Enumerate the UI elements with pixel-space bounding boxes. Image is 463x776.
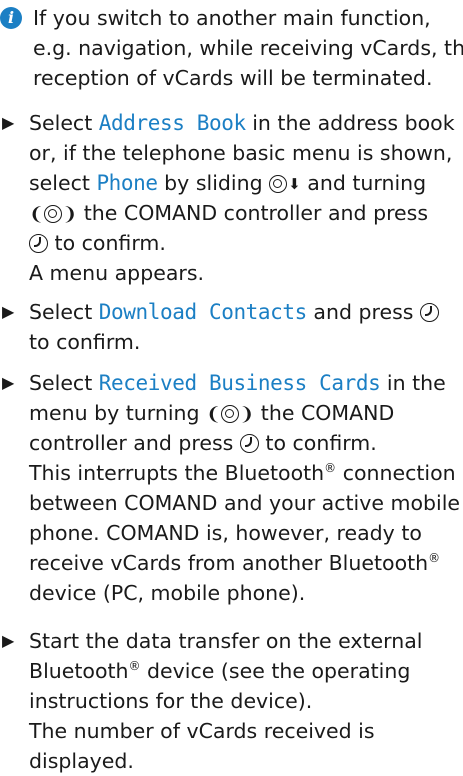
text: This interrupts the Bluetooth: [29, 461, 325, 485]
text: Select: [29, 300, 99, 324]
registered-mark: ®: [324, 461, 337, 475]
text: Bluetooth: [29, 659, 129, 683]
step-3-result-line-3: phone. COMAND is, however, ready to: [29, 521, 422, 545]
ui-label-download-contacts: Download Contacts: [98, 300, 308, 324]
bullet-icon: ▶: [2, 631, 15, 650]
ui-label-received-business-cards: Received Business Cards: [98, 371, 381, 395]
text: menu by turning: [29, 401, 200, 425]
turn-left-icon: ❨: [29, 204, 45, 225]
turn-right-icon: ❩: [239, 404, 255, 425]
controller-knob-icon: [44, 205, 63, 223]
step-3-line-3: controller and press to confirm.: [29, 428, 377, 458]
turn-right-icon: ❩: [62, 204, 78, 225]
text: Select: [29, 371, 99, 395]
text: connection: [342, 461, 456, 485]
step-1-line-3: select Phone by sliding ⬇ and turning: [29, 168, 426, 198]
text: Select: [29, 111, 99, 135]
step-3-line-1: Select Received Business Cards in the: [29, 368, 446, 398]
info-line-1: If you switch to another main function,: [33, 6, 431, 30]
bullet-icon: ▶: [2, 302, 15, 321]
step-3-result-line-1: This interrupts the Bluetooth® connectio…: [29, 458, 456, 488]
step-1-line-5: to confirm.: [29, 228, 166, 258]
step-1-result: A menu appears.: [29, 261, 205, 285]
manual-page: i If you switch to another main function…: [0, 0, 463, 773]
controller-knob-icon: [269, 175, 288, 193]
text: select: [29, 171, 97, 195]
step-1-line-4: ❨ ❩ the COMAND controller and press: [29, 198, 428, 228]
turn-left-icon: ❨: [206, 404, 222, 425]
step-4-result-line-1: The number of vCards received is: [29, 719, 375, 743]
text: controller and press: [29, 431, 234, 455]
text: to confirm.: [54, 231, 166, 255]
text: the COMAND: [260, 401, 395, 425]
registered-mark: ®: [428, 551, 441, 565]
text: device (see the operating: [140, 659, 411, 683]
step-4-line-1: Start the data transfer on the external: [29, 629, 423, 653]
text: and turning: [307, 171, 427, 195]
text: and press: [306, 300, 414, 324]
text: receive vCards from another Bluetooth: [29, 551, 429, 575]
step-3-result-line-5: device (PC, mobile phone).: [29, 581, 306, 605]
info-line-2: e.g. navigation, while receiving vCards,…: [33, 36, 463, 60]
text: to confirm.: [265, 431, 377, 455]
step-1-line-2: or, if the telephone basic menu is shown…: [29, 141, 453, 165]
press-controller-icon: [420, 303, 440, 322]
slide-down-arrow-icon: ⬇: [288, 175, 301, 193]
text: in the: [380, 371, 446, 395]
info-line-3: reception of vCards will be terminated.: [33, 66, 433, 90]
info-icon: i: [0, 7, 22, 29]
press-controller-icon: [29, 234, 48, 253]
step-1-line-1: Select Address Book in the address book: [29, 108, 455, 138]
bullet-icon: ▶: [2, 373, 15, 392]
text: in the address book: [245, 111, 455, 135]
step-3-result-line-4: receive vCards from another Bluetooth®: [29, 548, 440, 578]
step-2-line-1: Select Download Contacts and press: [29, 297, 440, 327]
step-4-line-3: instructions for the device).: [29, 689, 313, 713]
text: by sliding: [157, 171, 263, 195]
step-4-line-2: Bluetooth® device (see the operating: [29, 656, 410, 686]
text: the COMAND controller and press: [83, 201, 429, 225]
step-3-result-line-2: between COMAND and your active mobile: [29, 491, 461, 515]
ui-label-phone: Phone: [96, 171, 158, 195]
step-2-line-2: to confirm.: [29, 330, 141, 354]
registered-mark: ®: [128, 659, 141, 673]
step-3-line-2: menu by turning ❨ ❩ the COMAND: [29, 398, 394, 428]
press-controller-icon: [239, 434, 259, 453]
controller-knob-icon: [221, 405, 240, 423]
ui-label-address-book: Address Book: [98, 111, 246, 135]
bullet-icon: ▶: [2, 113, 15, 132]
